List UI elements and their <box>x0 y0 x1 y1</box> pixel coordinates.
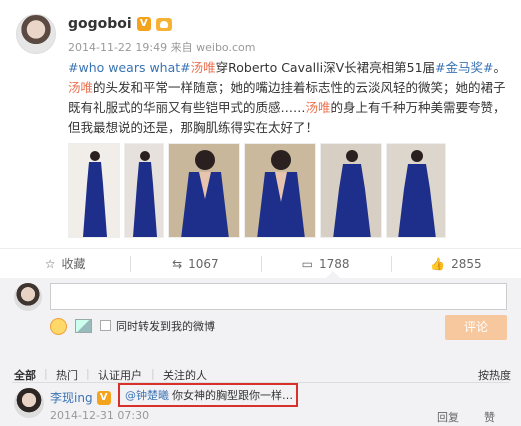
commenter-name[interactable]: 李现ing <box>50 389 93 406</box>
verified-badge-icon: V <box>96 390 111 405</box>
emoji-icon[interactable] <box>50 318 67 335</box>
comment-input[interactable] <box>50 283 507 310</box>
sort-by-hot[interactable]: 按热度 <box>478 367 511 383</box>
repost-count: 1067 <box>188 256 219 271</box>
weibo-post: gogoboi V 2014-11-22 19:49 来自 weibo.com … <box>0 0 521 426</box>
repost-checkbox-label: 同时转发到我的微博 <box>116 320 215 333</box>
author-name[interactable]: gogoboi <box>68 16 132 32</box>
comment-like-button[interactable]: 赞 <box>484 409 495 425</box>
favorite-label: 收藏 <box>61 257 86 271</box>
mention-name[interactable]: 汤唯 <box>68 80 93 95</box>
post-photo-2[interactable] <box>124 143 164 238</box>
image-icon[interactable] <box>75 319 92 333</box>
like-button[interactable]: 👍 2855 <box>390 249 521 278</box>
filter-all[interactable]: 全部 <box>14 367 36 383</box>
post-time[interactable]: 2014-11-22 19:49 <box>68 41 167 54</box>
post-photo-4[interactable] <box>244 143 316 238</box>
post-photo-6[interactable] <box>386 143 446 238</box>
post-photo-1[interactable] <box>68 143 120 238</box>
comment-text: @钟楚曦 你女神的胸型跟你一样… <box>118 383 298 407</box>
repost-button[interactable]: ⇆ 1067 <box>130 249 260 278</box>
commenter-line: 李现ing V <box>50 389 111 406</box>
repost-checkbox[interactable] <box>100 320 111 331</box>
like-count: 2855 <box>451 256 482 271</box>
author-line: gogoboi V <box>68 16 172 32</box>
comment-mention[interactable]: @钟楚曦 <box>125 387 169 403</box>
repost-icon: ⇆ <box>172 256 183 271</box>
mention-name[interactable]: 汤唯 <box>306 100 331 115</box>
post-text-segment: 。 <box>493 60 506 75</box>
filter-separator: | <box>44 367 48 380</box>
from-label: 来自 <box>170 41 193 54</box>
verified-badge-icon: V <box>136 17 151 31</box>
hashtag-golden-horse[interactable]: #金马奖# <box>435 60 493 75</box>
thumbs-up-icon: 👍 <box>430 256 446 271</box>
comment-panel-caret <box>326 271 340 278</box>
comment-submit-button[interactable]: 评论 <box>445 315 507 340</box>
mention-name[interactable]: 汤唯 <box>191 60 216 75</box>
filter-hot[interactable]: 热门 <box>56 367 78 383</box>
hashtag-who-wears-what[interactable]: #who wears what# <box>68 60 191 75</box>
post-source[interactable]: weibo.com <box>196 41 255 54</box>
post-meta: 2014-11-22 19:49 来自 weibo.com <box>68 39 255 55</box>
my-avatar <box>14 283 42 311</box>
post-photo-5[interactable] <box>320 143 382 238</box>
filter-separator: | <box>151 367 155 380</box>
reply-button[interactable]: 回复 <box>437 409 459 425</box>
action-bar: ☆ 收藏 ⇆ 1067 ▭ 1788 👍 2855 <box>0 248 521 278</box>
favorite-button[interactable]: ☆ 收藏 <box>0 249 130 278</box>
post-text: #who wears what#汤唯穿Roberto Cavalli深V长裙亮相… <box>68 58 513 138</box>
post-photo-3[interactable] <box>168 143 240 238</box>
author-avatar[interactable] <box>16 14 56 54</box>
member-crown-icon <box>155 17 172 31</box>
comment-body: 你女神的胸型跟你一样… <box>172 389 293 402</box>
comment-count: 1788 <box>319 256 350 271</box>
filter-verified[interactable]: 认证用户 <box>98 367 142 383</box>
star-icon: ☆ <box>44 256 56 271</box>
comment-icon: ▭ <box>301 256 314 271</box>
filter-following[interactable]: 关注的人 <box>163 367 207 383</box>
filter-separator: | <box>86 367 90 380</box>
comment-time: 2014-12-31 07:30 <box>50 409 150 422</box>
post-text-segment: 穿Roberto Cavalli深V长裙亮相第51届 <box>215 60 436 75</box>
commenter-avatar[interactable] <box>14 388 44 418</box>
